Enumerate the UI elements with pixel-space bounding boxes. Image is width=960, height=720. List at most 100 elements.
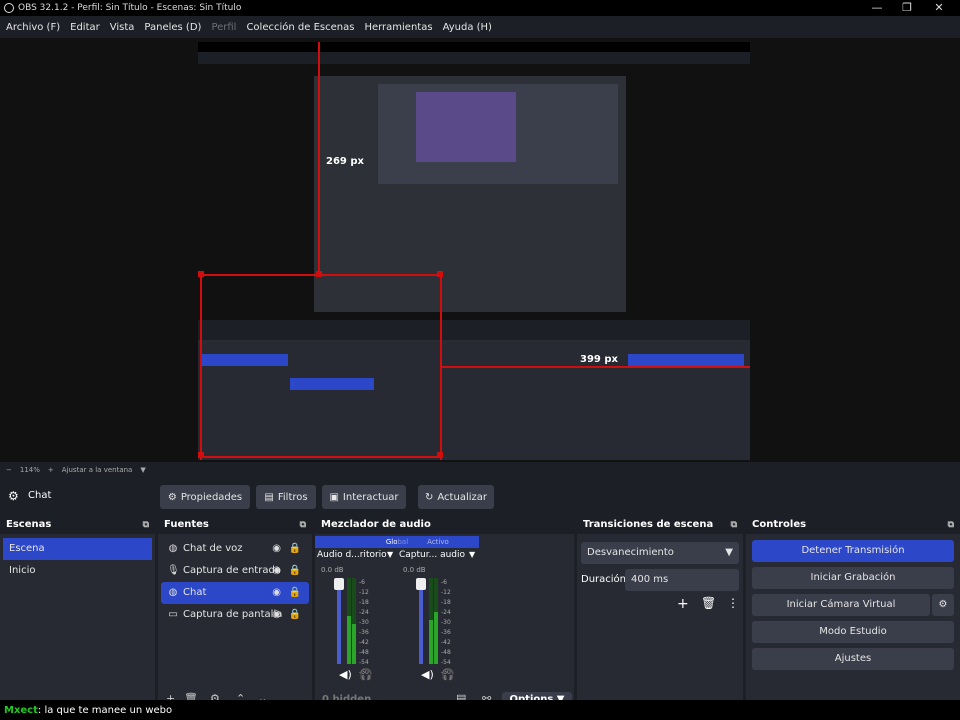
nested-titlebar	[198, 42, 750, 52]
virtual-camera-button[interactable]: Iniciar Cámara Virtual	[752, 594, 930, 616]
guide-handle	[437, 452, 443, 458]
window-title: OBS 32.1.2 - Perfil: Sin Título - Escena…	[18, 3, 242, 13]
transition-select[interactable]: Desvanecimiento ▼	[581, 542, 739, 564]
volume-handle-1[interactable]	[334, 578, 344, 590]
start-recording-button[interactable]: Iniciar Grabación	[752, 567, 954, 589]
menu-editar[interactable]: Editar	[70, 22, 100, 33]
menu-vista[interactable]: Vista	[110, 22, 135, 33]
visibility-eye-icon[interactable]: ◉	[272, 604, 281, 626]
visibility-eye-icon[interactable]: ◉	[272, 560, 281, 582]
guide-label-right: 399 px	[580, 354, 618, 365]
guide-line	[442, 366, 750, 368]
visibility-eye-icon[interactable]: ◉	[272, 582, 281, 604]
settings-button[interactable]: Ajustes	[752, 648, 954, 670]
interact-button[interactable]: ▣ Interactuar	[322, 485, 406, 509]
zoom-dropdown-icon[interactable]: ▼	[140, 466, 145, 474]
add-transition-icon[interactable]: +	[677, 596, 689, 612]
chat-overlay: Mxect : la que te manee un webo	[0, 700, 960, 720]
microphone-icon: 🎙	[167, 565, 180, 576]
visibility-eye-icon[interactable]: ◉	[272, 538, 281, 560]
source-item-selected[interactable]: ◍ Chat ◉ 🔒	[161, 582, 309, 604]
menu-ayuda[interactable]: Ayuda (H)	[443, 22, 492, 33]
nested-source-selected	[290, 378, 374, 390]
zoom-bar: − 114% + Ajustar a la ventana ▼	[0, 462, 960, 478]
chat-bubble-icon: ◍	[168, 543, 178, 554]
stop-stream-button[interactable]: Detener Transmisión	[752, 540, 954, 562]
trash-icon[interactable]: 🗑	[701, 596, 716, 610]
studio-mode-button[interactable]: Modo Estudio	[752, 621, 954, 643]
nested-toolbar	[198, 320, 750, 340]
refresh-button[interactable]: ↻ Actualizar	[418, 485, 494, 509]
dock-float-icon[interactable]: ⧉	[143, 516, 149, 534]
zoom-in-button[interactable]: +	[48, 466, 54, 474]
volume-slider-1[interactable]	[337, 578, 341, 664]
menu-paneles[interactable]: Paneles (D)	[144, 22, 201, 33]
scenes-dock: Escenas ⧉ Escena Inicio	[0, 516, 155, 700]
refresh-label: Actualizar	[437, 491, 487, 503]
controls-title: Controles ⧉	[746, 516, 960, 534]
headphones-icon[interactable]: 🎧	[441, 668, 455, 681]
scene-item-inicio[interactable]: Inicio	[3, 560, 152, 582]
menu-archivo[interactable]: Archivo (F)	[6, 22, 60, 33]
db-scale: -6 -12 -18 -24 -30 -36 -42 -48 -54 -60	[359, 579, 369, 676]
menu-bar: Archivo (F) Editar Vista Paneles (D) Per…	[0, 16, 960, 38]
mixer-tab-active[interactable]: Activo	[397, 536, 479, 548]
preview-recursive-capture: 269 px 399 px	[198, 42, 750, 460]
more-icon[interactable]: ⋮	[727, 596, 739, 610]
lock-icon[interactable]: 🔒	[289, 582, 301, 604]
chat-username: Mxect	[4, 704, 38, 716]
level-meter-1b	[352, 624, 356, 664]
chat-message: : la que te manee un webo	[37, 704, 173, 716]
level-meter-1	[347, 616, 351, 664]
lock-icon[interactable]: 🔒	[289, 604, 301, 626]
properties-button[interactable]: ⚙ Propiedades	[160, 485, 250, 509]
guide-line	[318, 42, 320, 274]
gear-icon: ⚙	[167, 491, 177, 503]
zoom-out-button[interactable]: −	[6, 466, 12, 474]
source-item[interactable]: ▭ Captura de pantalla ◉ 🔒	[161, 604, 309, 626]
nested-scene-selected	[202, 354, 288, 366]
dock-float-icon[interactable]: ⧉	[731, 516, 737, 534]
chevron-down-icon: ▼	[725, 547, 733, 558]
source-item[interactable]: ◍ Chat de voz ◉ 🔒	[161, 538, 309, 560]
menu-coleccion-escenas[interactable]: Colección de Escenas	[246, 22, 354, 33]
guide-handle	[437, 271, 443, 277]
speaker-icon[interactable]: ◀)	[421, 668, 434, 681]
channel-db-2: 0.0 dB	[403, 566, 426, 574]
maximize-button[interactable]: ❐	[892, 0, 922, 16]
duration-label: Duración	[581, 574, 627, 585]
minimize-button[interactable]: —	[862, 0, 892, 16]
filters-button[interactable]: ▤ Filtros	[256, 485, 316, 509]
nested-menubar	[198, 52, 750, 64]
interact-label: Interactuar	[342, 491, 399, 503]
channel-name-1: Audio d...ritorio	[317, 550, 387, 560]
scene-item-escena[interactable]: Escena	[3, 538, 152, 560]
close-button[interactable]: ✕	[924, 0, 954, 16]
volume-handle-2[interactable]	[416, 578, 426, 590]
duration-input[interactable]: 400 ms	[625, 569, 739, 591]
zoom-fit-select[interactable]: Ajustar a la ventana	[62, 466, 133, 474]
menu-perfil[interactable]: Perfil	[211, 22, 236, 33]
lock-icon[interactable]: 🔒	[289, 560, 301, 582]
virtual-camera-settings-icon[interactable]: ⚙	[932, 594, 954, 616]
filter-icon: ▤	[264, 491, 274, 503]
sources-title: Fuentes ⧉	[158, 516, 312, 534]
volume-slider-2[interactable]	[419, 578, 423, 664]
nested-stop-button	[628, 354, 744, 366]
audio-mixer-dock: Mezclador de audio Global Activo Audio d…	[315, 516, 574, 700]
selected-source-name: Chat	[28, 490, 52, 501]
guide-handle	[316, 271, 322, 277]
menu-herramientas[interactable]: Herramientas	[364, 22, 432, 33]
speaker-icon[interactable]: ◀)	[339, 668, 352, 681]
chevron-down-icon[interactable]: ▼	[469, 550, 475, 559]
zoom-value: 114%	[19, 466, 40, 474]
headphones-icon[interactable]: 🎧	[359, 668, 373, 681]
guide-label-top: 269 px	[326, 156, 364, 167]
source-item[interactable]: 🎙 Captura de entrada ◉ 🔒	[161, 560, 309, 582]
dock-float-icon[interactable]: ⧉	[948, 516, 954, 534]
scenes-title: Escenas ⧉	[0, 516, 155, 534]
lock-icon[interactable]: 🔒	[289, 538, 301, 560]
dock-float-icon[interactable]: ⧉	[300, 516, 306, 534]
filters-label: Filtros	[277, 491, 308, 503]
chevron-down-icon[interactable]: ▼	[387, 550, 393, 559]
